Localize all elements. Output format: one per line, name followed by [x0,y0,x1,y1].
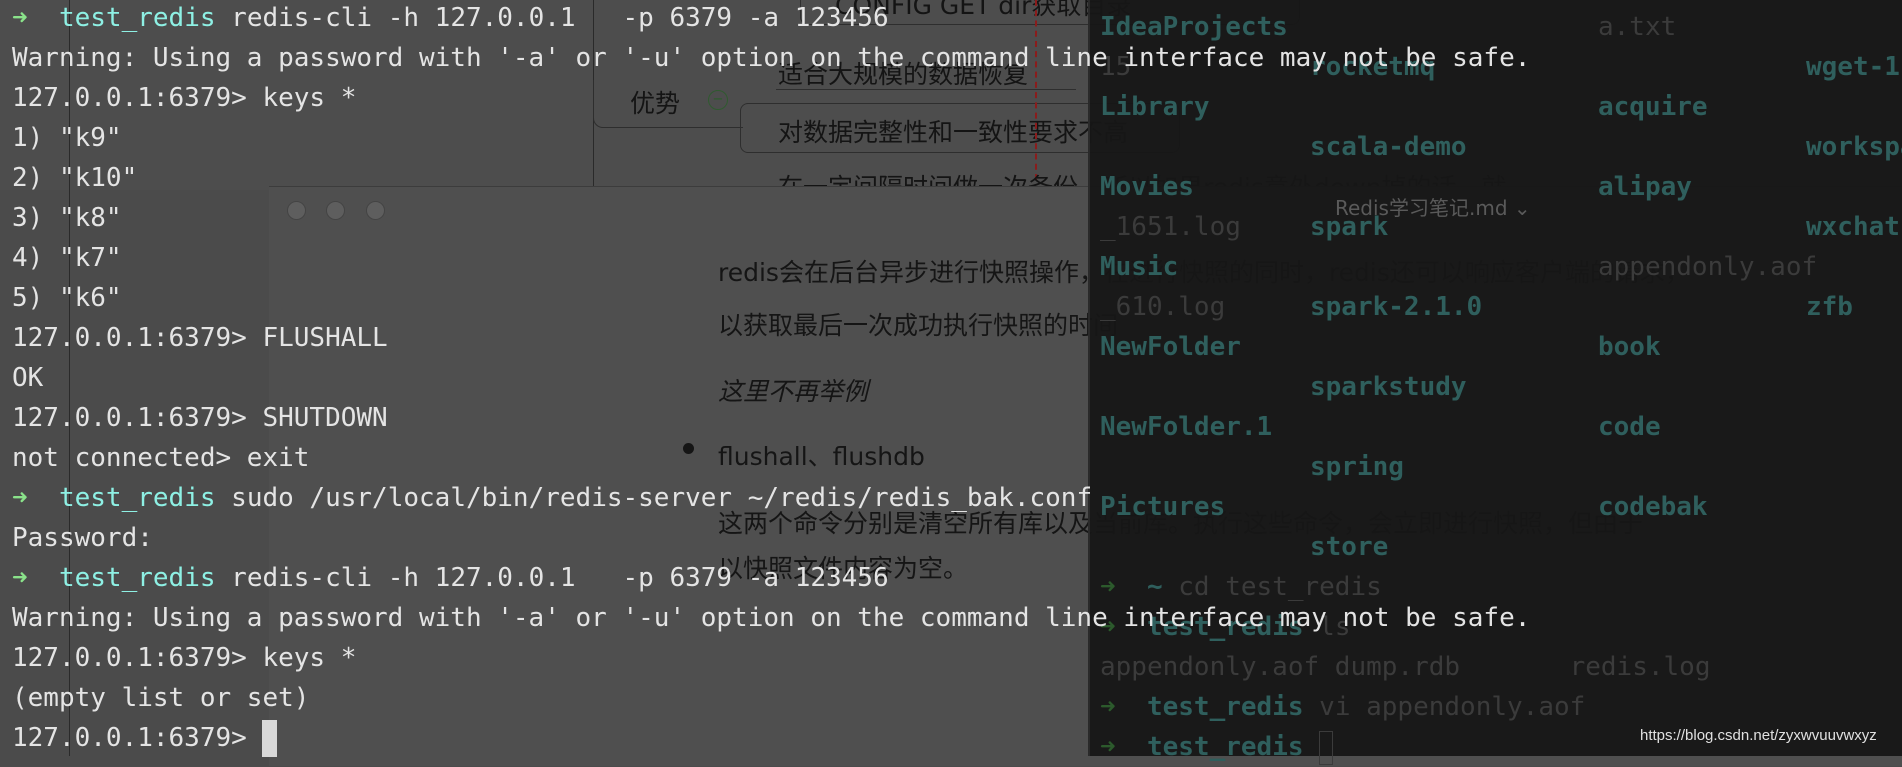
terminal-text: 127.0.0.1:6379> FLUSHALL [12,323,388,353]
terminal-line: 3) "k8" [12,198,1530,238]
ls-entry: acquire [1598,92,1708,122]
watermark: https://blog.csdn.net/zyxwvuuvwxyz [1640,727,1877,744]
terminal-text: 1) "k9" [12,123,122,153]
terminal-line: 1) "k9" [12,118,1530,158]
terminal-line: Warning: Using a password with '-a' or '… [12,598,1530,638]
terminal-line: 127.0.0.1:6379> SHUTDOWN [12,398,1530,438]
terminal-cursor [262,720,278,757]
terminal-text: redis-cli -h 127.0.0.1 -p 6379 -a 123456 [215,563,889,593]
terminal-line: 127.0.0.1:6379> [12,718,1530,758]
ls-entry: code [1598,412,1661,442]
prompt-arrow-icon: ➜ [12,483,28,513]
ls-entry: a.txt [1598,12,1677,42]
ls-entry: alipay [1598,172,1692,202]
terminal-text: not connected> exit [12,443,310,473]
terminal-line: 127.0.0.1:6379> keys * [12,78,1530,118]
terminal-text: 127.0.0.1:6379> keys * [12,83,357,113]
prompt-directory: test_redis [58,3,216,33]
terminal-text: 127.0.0.1:6379> [12,723,263,753]
terminal-line: (empty list or set) [12,678,1530,718]
ls-entry: workspa [1806,132,1902,162]
terminal-line: 5) "k6" [12,278,1530,318]
prompt-directory: test_redis [58,483,216,513]
terminal-line: 4) "k7" [12,238,1530,278]
terminal-line: Password: [12,518,1530,558]
terminal-text: 127.0.0.1:6379> keys * [12,643,357,673]
foreground-terminal[interactable]: ➜ test_redis redis-cli -h 127.0.0.1 -p 6… [12,0,1530,758]
terminal-text: 3) "k8" [12,203,122,233]
prompt-arrow-icon: ➜ [12,3,28,33]
terminal-text: 2) "k10" [12,163,138,193]
terminal-text: Warning: Using a password with '-a' or '… [12,43,1531,73]
terminal-line: ➜ test_redis redis-cli -h 127.0.0.1 -p 6… [12,558,1530,598]
ls-entry: wxchat [1806,212,1900,242]
terminal-line: ➜ test_redis sudo /usr/local/bin/redis-s… [12,478,1530,518]
terminal-line: 2) "k10" [12,158,1530,198]
terminal-line: not connected> exit [12,438,1530,478]
ls-entry: codebak [1598,492,1708,522]
terminal-line: OK [12,358,1530,398]
terminal-text: OK [12,363,44,393]
terminal-line: 127.0.0.1:6379> FLUSHALL [12,318,1530,358]
terminal-line: 127.0.0.1:6379> keys * [12,638,1530,678]
ls-entry: appendonly.aof [1598,252,1818,282]
terminal-text: sudo /usr/local/bin/redis-server ~/redis… [215,483,1093,513]
ls-entry: wget-1 [1806,52,1900,82]
terminal-line: Warning: Using a password with '-a' or '… [12,38,1530,78]
terminal-text: redis-cli -h 127.0.0.1 -p 6379 -a 123456 [215,3,889,33]
terminal-line: ➜ test_redis redis-cli -h 127.0.0.1 -p 6… [12,0,1530,38]
terminal-text: Password: [12,523,153,553]
terminal-text: Warning: Using a password with '-a' or '… [12,603,1531,633]
terminal-text: 5) "k6" [12,283,122,313]
terminal-text: 127.0.0.1:6379> SHUTDOWN [12,403,388,433]
ls-entry: zfb [1806,292,1853,322]
prompt-arrow-icon: ➜ [12,563,28,593]
prompt-directory: test_redis [58,563,216,593]
terminal-text: 4) "k7" [12,243,122,273]
ls-entry: book [1598,332,1661,362]
terminal-text: (empty list or set) [12,683,310,713]
